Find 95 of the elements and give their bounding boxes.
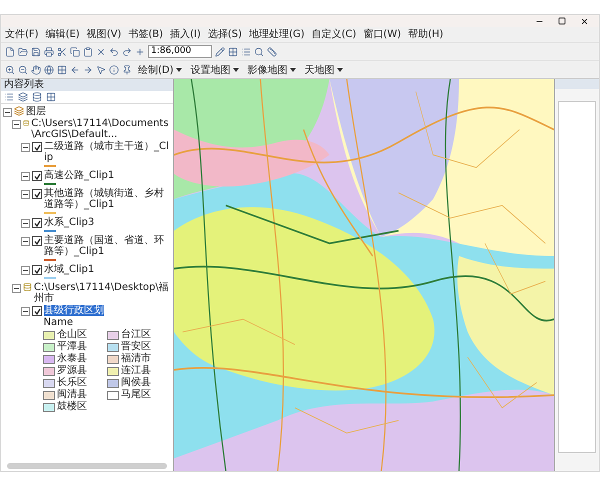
scrollbar[interactable]: [7, 463, 167, 469]
menu-item[interactable]: 视图(V): [86, 28, 122, 41]
legend-label: 鼓楼区: [57, 401, 87, 412]
printer-icon[interactable]: [44, 46, 54, 56]
delete-icon[interactable]: [96, 46, 106, 56]
collapse-icon[interactable]: [21, 172, 30, 181]
caret-icon: [336, 68, 343, 72]
add-data-icon[interactable]: [135, 46, 145, 56]
collapse-icon[interactable]: [21, 237, 30, 246]
back-icon[interactable]: [70, 64, 80, 74]
undo-icon[interactable]: [109, 46, 119, 56]
collapse-icon[interactable]: [21, 266, 30, 275]
layer-name[interactable]: 县级行政区划: [44, 305, 104, 316]
new-file-icon[interactable]: [5, 46, 15, 56]
field-heading: Name: [44, 317, 74, 328]
pointer-icon[interactable]: [96, 64, 106, 74]
legend-label: 晋安区: [121, 341, 151, 352]
collapse-icon[interactable]: [21, 219, 30, 228]
legend-label: 平潭县: [57, 341, 87, 352]
toolbar-dropdown[interactable]: 绘制(D): [138, 62, 182, 76]
layer-name[interactable]: 水域_Clip1: [44, 264, 94, 275]
globe-icon[interactable]: [44, 64, 54, 74]
legend-label: 仓山区: [57, 329, 87, 340]
collapse-icon[interactable]: [3, 108, 12, 117]
menu-item[interactable]: 书签(B): [128, 28, 164, 41]
caret-icon: [176, 68, 182, 72]
layer-checkbox[interactable]: [32, 265, 42, 275]
menu-item[interactable]: 帮助(H): [408, 28, 444, 41]
legend-label: 罗源县: [57, 365, 87, 376]
layers-icon[interactable]: [18, 92, 28, 102]
menu-item[interactable]: 编辑(E): [46, 28, 80, 41]
menu-item[interactable]: 选择(S): [208, 28, 242, 41]
layer-checkbox[interactable]: [32, 189, 42, 199]
legend-label: 台江区: [121, 329, 151, 340]
copy-icon[interactable]: [70, 46, 80, 56]
clipboard-icon[interactable]: [83, 46, 93, 56]
panel-title: 内容列表: [1, 79, 173, 91]
grid-icon[interactable]: [57, 64, 67, 74]
close-icon[interactable]: [580, 16, 589, 26]
collapse-icon[interactable]: [12, 284, 21, 293]
toolbar-dropdown[interactable]: 天地图: [304, 62, 343, 76]
caret-icon: [290, 68, 296, 72]
search-icon[interactable]: [254, 46, 264, 56]
source-path[interactable]: C:\Users\17114\Documents\ArcGIS\Default...: [31, 118, 171, 140]
layer-name[interactable]: 二级道路（城市主干道）_Clip: [44, 141, 171, 163]
list-icon[interactable]: [241, 46, 251, 56]
menu-item[interactable]: 窗口(W): [363, 28, 401, 41]
legend-label: 马尾区: [121, 389, 151, 400]
scale-field[interactable]: 1:86,000: [148, 45, 212, 58]
list-icon[interactable]: [4, 92, 14, 102]
grid-icon[interactable]: [228, 46, 238, 56]
legend-label: 连江县: [121, 365, 151, 376]
legend-label: 闽侯县: [121, 377, 151, 388]
zoom-in-icon[interactable]: [5, 64, 15, 74]
maximize-icon[interactable]: [558, 17, 566, 25]
legend-label: 长乐区: [57, 377, 87, 388]
legend-label: 福清市: [121, 353, 151, 364]
layer-name[interactable]: 水系_Clip3: [44, 217, 94, 228]
menu-item[interactable]: 文件(F): [5, 28, 39, 41]
collapse-icon[interactable]: [21, 190, 30, 199]
pin-icon[interactable]: [122, 64, 132, 74]
scissors-icon[interactable]: [57, 46, 67, 56]
legend-label: 永泰县: [57, 353, 87, 364]
layers-icon: [14, 106, 24, 116]
forward-icon[interactable]: [83, 64, 93, 74]
layer-checkbox[interactable]: [32, 236, 42, 246]
menu-item[interactable]: 插入(I): [170, 28, 201, 41]
menu-item[interactable]: 地理处理(G): [248, 28, 304, 41]
menu-item[interactable]: 自定义(C): [312, 28, 356, 41]
layer-name[interactable]: 主要道路（国道、省道、环路等）_Clip1: [44, 235, 171, 257]
save-icon[interactable]: [31, 46, 41, 56]
grid-icon[interactable]: [46, 92, 56, 102]
hand-icon[interactable]: [31, 64, 41, 74]
layer-checkbox[interactable]: [32, 306, 42, 316]
pencil-icon[interactable]: [215, 46, 225, 56]
collapse-icon[interactable]: [21, 307, 30, 316]
toolbar-dropdown[interactable]: 影像地图: [248, 62, 296, 76]
zoom-out-icon[interactable]: [18, 64, 28, 74]
database-icon[interactable]: [32, 92, 42, 102]
ruler-icon[interactable]: [267, 46, 277, 56]
source-path[interactable]: C:\Users\17114\Desktop\福州市: [34, 282, 171, 304]
layer-name[interactable]: 其他道路（城镇街道、乡村道路等）_Clip1: [44, 188, 171, 210]
collapse-icon[interactable]: [21, 143, 30, 152]
caret-icon: [232, 68, 239, 72]
redo-icon[interactable]: [122, 46, 132, 56]
layer-checkbox[interactable]: [32, 171, 42, 181]
layer-checkbox[interactable]: [32, 218, 42, 228]
panel-header: [555, 79, 599, 89]
toolbar-dropdown[interactable]: 设置地图: [190, 62, 239, 76]
layer-name[interactable]: 高速公路_Clip1: [44, 170, 114, 181]
collapse-icon[interactable]: [12, 120, 21, 129]
info-icon[interactable]: [109, 64, 119, 74]
group-label[interactable]: 图层: [26, 106, 46, 117]
layer-checkbox[interactable]: [32, 142, 42, 152]
legend-label: 闽清县: [57, 389, 87, 400]
